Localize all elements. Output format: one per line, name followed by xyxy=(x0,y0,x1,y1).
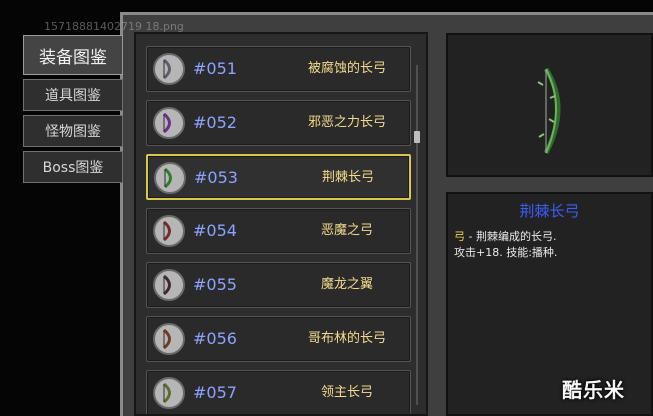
item-id: #055 xyxy=(193,275,237,294)
watermark: 酷乐米 xyxy=(562,378,625,402)
bow-icon xyxy=(153,53,185,85)
list-item[interactable]: #057 领主长弓 xyxy=(146,370,411,414)
tab-boss[interactable]: Boss图鉴 xyxy=(23,151,123,183)
list-item[interactable]: #054 恶魔之弓 xyxy=(146,208,411,254)
scroll-thumb[interactable] xyxy=(414,131,420,143)
detail-description: 弓 - 荆棘编成的长弓. xyxy=(454,228,556,244)
item-name: 荆棘长弓 xyxy=(321,170,374,185)
bow-icon xyxy=(153,215,185,247)
bow-icon xyxy=(153,377,185,409)
detail-category: 弓 xyxy=(454,230,465,243)
item-id: #057 xyxy=(193,383,237,402)
detail-desc-text: - 荆棘编成的长弓. xyxy=(465,230,557,243)
item-id: #056 xyxy=(193,329,237,348)
tab-equipment[interactable]: 装备图鉴 xyxy=(23,35,123,75)
bow-icon xyxy=(153,107,185,139)
item-name: 被腐蚀的长弓 xyxy=(307,61,386,76)
item-id: #053 xyxy=(194,168,238,187)
detail-title: 荆棘长弓 xyxy=(519,202,580,220)
item-name: 魔龙之翼 xyxy=(320,277,373,292)
list-item[interactable]: #055 魔龙之翼 xyxy=(146,262,411,308)
list-scrollbar[interactable] xyxy=(412,65,422,405)
item-id: #052 xyxy=(193,113,237,132)
bow-icon xyxy=(153,269,185,301)
item-name: 邪恶之力长弓 xyxy=(307,115,386,130)
bow-icon xyxy=(154,162,186,194)
tab-monsters[interactable]: 怪物图鉴 xyxy=(23,115,123,147)
item-name: 恶魔之弓 xyxy=(320,223,373,238)
tab-items[interactable]: 道具图鉴 xyxy=(23,79,123,111)
detail-stats: 攻击+18. 技能:播种. xyxy=(454,246,558,259)
category-tabs: 装备图鉴 道具图鉴 怪物图鉴 Boss图鉴 xyxy=(23,35,123,187)
item-name: 领主长弓 xyxy=(320,385,373,400)
item-id: #054 xyxy=(193,221,237,240)
scroll-track xyxy=(416,65,418,405)
list-item[interactable]: #051 被腐蚀的长弓 xyxy=(146,46,411,92)
list-item[interactable]: #056 哥布林的长弓 xyxy=(146,316,411,362)
item-preview-panel xyxy=(446,33,653,177)
thorn-bow-icon xyxy=(537,67,561,155)
list-item[interactable]: #052 邪恶之力长弓 xyxy=(146,100,411,146)
bow-icon xyxy=(153,323,185,355)
list-item-selected[interactable]: #053 荆棘长弓 xyxy=(146,154,411,200)
item-list[interactable]: #051 被腐蚀的长弓 #052 邪恶之力长弓 #053 荆棘长弓 #054 恶… xyxy=(134,32,428,416)
item-id: #051 xyxy=(193,59,237,78)
item-name: 哥布林的长弓 xyxy=(307,331,386,346)
